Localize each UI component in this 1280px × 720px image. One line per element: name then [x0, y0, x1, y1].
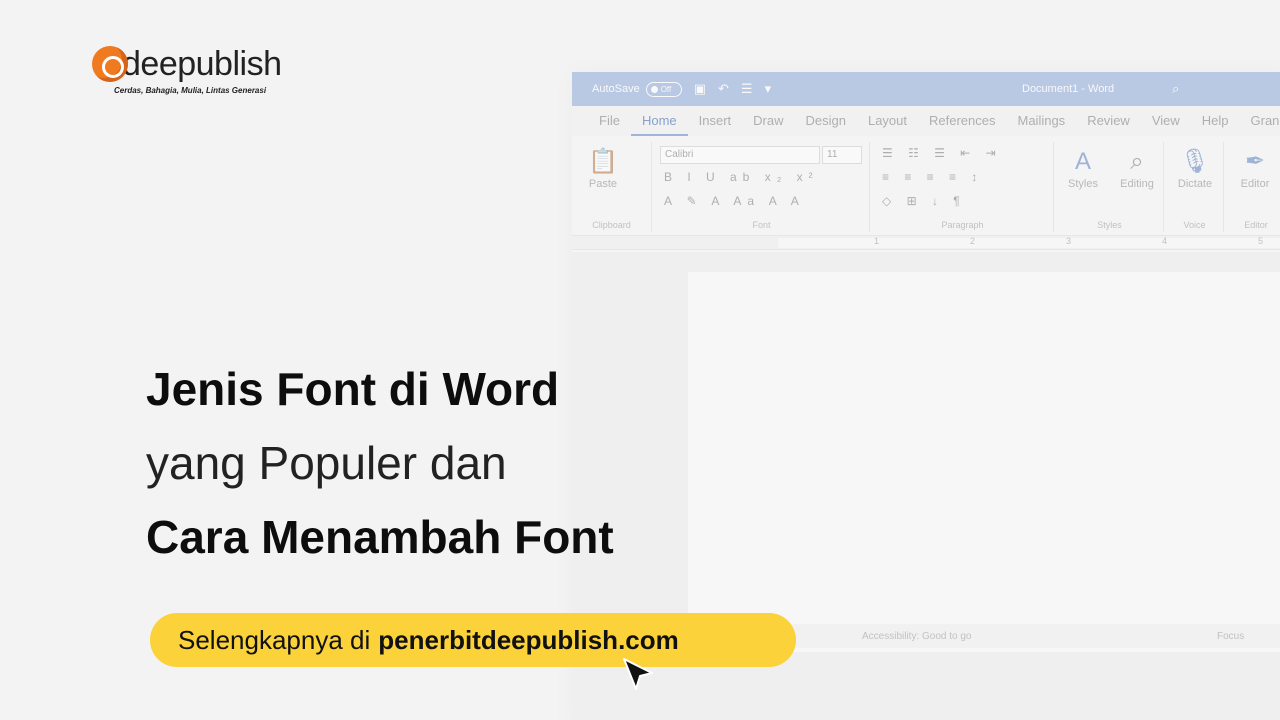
editor-button[interactable]: ✒ Editor: [1228, 146, 1280, 190]
align-icons[interactable]: ≡ ≡ ≡ ≡ ↕: [882, 170, 983, 184]
font-size-box[interactable]: 11: [822, 146, 862, 164]
dictate-label: Dictate: [1177, 178, 1213, 190]
document-page[interactable]: [688, 272, 1280, 652]
ruler-number: 4: [1162, 236, 1168, 246]
horizontal-ruler[interactable]: 1 2 3 4 5: [572, 236, 1280, 250]
ruler-number: 3: [1066, 236, 1072, 246]
list-format-icons[interactable]: ☰ ☷ ☰ ⇤ ⇥: [882, 146, 1002, 160]
cta-prefix: Selengkapnya di: [178, 624, 371, 655]
tab-references[interactable]: References: [918, 106, 1006, 136]
tab-grammarly[interactable]: Gran: [1240, 106, 1280, 136]
tab-mailings[interactable]: Mailings: [1007, 106, 1077, 136]
group-editor: ✒ Editor Editor: [1226, 142, 1280, 232]
tab-insert[interactable]: Insert: [688, 106, 743, 136]
autosave-toggle[interactable]: Off: [645, 81, 682, 97]
logo-circle-icon: [92, 46, 128, 82]
ruler-number: 5: [1258, 236, 1264, 246]
shading-icons[interactable]: ◇ ⊞ ↓ ¶: [882, 194, 966, 208]
dictate-button[interactable]: 🎙 Dictate: [1168, 146, 1222, 190]
undo-icon[interactable]: ↶: [718, 81, 729, 97]
group-styles: A Styles ⌕ Editing Styles: [1056, 142, 1164, 232]
cta-pill[interactable]: Selengkapnya di penerbitdeepublish.com: [150, 613, 796, 667]
clipboard-icon: 📋: [588, 148, 618, 175]
search-icon[interactable]: ⌕: [1172, 81, 1179, 97]
font-color-icons[interactable]: A ✎ A Aa A A: [664, 194, 805, 208]
tab-view[interactable]: View: [1141, 106, 1191, 136]
paste-button[interactable]: 📋 Paste: [576, 146, 630, 190]
tab-draw[interactable]: Draw: [742, 106, 794, 136]
find-icon: ⌕: [1130, 148, 1144, 175]
font-name-box[interactable]: Calibri: [660, 146, 820, 164]
focus-mode-button[interactable]: Focus: [1217, 631, 1244, 642]
ribbon-tabs: File Home Insert Draw Design Layout Refe…: [572, 106, 1280, 136]
word-titlebar: AutoSave Off ▣ ↶ ☰ ▾ Document1 - Word ⌕: [572, 72, 1280, 106]
editing-label: Editing: [1120, 178, 1154, 190]
tab-file[interactable]: File: [588, 106, 631, 136]
cta-site[interactable]: penerbitdeepublish.com: [378, 625, 679, 656]
editing-button[interactable]: ⌕ Editing: [1110, 146, 1164, 190]
tab-help[interactable]: Help: [1191, 106, 1240, 136]
save-icon[interactable]: ▣: [694, 81, 706, 97]
group-clipboard: 📋 Paste Clipboard: [572, 142, 652, 232]
accessibility-status[interactable]: Accessibility: Good to go: [862, 631, 972, 642]
styles-icon: A: [1074, 148, 1091, 175]
headline-line-1: Jenis Font di Word: [146, 363, 560, 415]
document-title: Document1 - Word: [1022, 83, 1115, 95]
tab-review[interactable]: Review: [1076, 106, 1141, 136]
group-label-voice: Voice: [1183, 220, 1206, 230]
font-format-icons[interactable]: B I U ab x₂ x²: [664, 170, 819, 184]
customize-icon[interactable]: ▾: [765, 81, 772, 97]
group-voice: 🎙 Dictate Voice: [1166, 142, 1224, 232]
ruler-number: 1: [874, 236, 880, 246]
tab-design[interactable]: Design: [795, 106, 857, 136]
headline-line-2: yang Populer dan: [146, 437, 507, 489]
group-label-paragraph: Paragraph: [941, 220, 984, 230]
headline: Jenis Font di Word yang Populer dan Cara…: [146, 352, 614, 574]
group-label-clipboard: Clipboard: [592, 220, 631, 230]
autosave-label: AutoSave: [592, 83, 640, 95]
logo-wordmark: deepublish: [122, 45, 282, 83]
microphone-icon: 🎙: [1179, 148, 1211, 175]
ruler-track: 1 2 3 4 5: [778, 236, 1280, 248]
group-label-font: Font: [752, 220, 771, 230]
toggle-dot: [650, 85, 658, 93]
tab-layout[interactable]: Layout: [857, 106, 918, 136]
headline-line-3: Cara Menambah Font: [146, 511, 614, 563]
group-label-editor: Editor: [1244, 220, 1268, 230]
tab-home[interactable]: Home: [630, 106, 688, 136]
styles-label: Styles: [1068, 178, 1098, 190]
styles-button[interactable]: A Styles: [1056, 146, 1110, 190]
deepublish-logo: deepublish Cerdas, Bahagia, Mulia, Linta…: [92, 45, 282, 95]
editor-pen-icon: ✒: [1244, 148, 1266, 175]
logo-tagline: Cerdas, Bahagia, Mulia, Lintas Generasi: [114, 86, 267, 95]
group-label-styles: Styles: [1097, 220, 1122, 230]
list-icon[interactable]: ☰: [741, 81, 753, 97]
mouse-cursor-icon: [623, 658, 653, 690]
logo-mark: deepublish: [92, 45, 282, 83]
ruler-number: 2: [970, 236, 976, 246]
paste-label: Paste: [588, 178, 618, 190]
group-paragraph: ☰ ☷ ☰ ⇤ ⇥ ≡ ≡ ≡ ≡ ↕ ◇ ⊞ ↓ ¶ Paragraph: [872, 142, 1054, 232]
ribbon: 📋 Paste Clipboard Calibri 11 B I U ab x₂…: [572, 136, 1280, 236]
group-font: Calibri 11 B I U ab x₂ x² A ✎ A Aa A A F…: [654, 142, 870, 232]
autosave-state: Off: [660, 84, 672, 94]
editor-label: Editor: [1240, 178, 1270, 190]
